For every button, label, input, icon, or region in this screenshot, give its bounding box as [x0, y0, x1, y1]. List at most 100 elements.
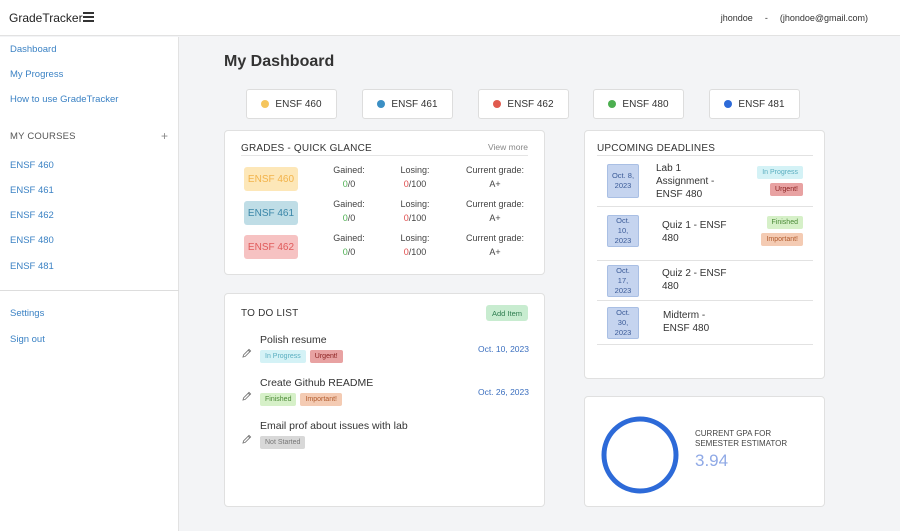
sidebar-item-ensf-461[interactable]: ENSF 461	[10, 185, 54, 196]
losing-column: Losing: 0/100	[393, 233, 437, 257]
course-pill-label: ENSF 480	[622, 98, 669, 110]
gained-label: Gained:	[333, 165, 365, 175]
gained-column: Gained: 0/0	[328, 199, 370, 223]
my-courses-heading: MY COURSES	[10, 131, 76, 142]
sidebar-item-how-to-use[interactable]: How to use GradeTracker	[10, 94, 118, 105]
deadline-tags: In Progress Urgent!	[757, 166, 803, 196]
todo-item-name: Email prof about issues with lab	[260, 420, 408, 432]
view-more-link[interactable]: View more	[488, 142, 528, 152]
grade-course-badge[interactable]: ENSF 460	[244, 167, 298, 191]
losing-total: /100	[408, 247, 427, 257]
sidebar-item-ensf-481[interactable]: ENSF 481	[10, 261, 54, 272]
course-color-dot	[377, 100, 386, 108]
course-pill-ensf-480[interactable]: ENSF 480	[593, 89, 684, 119]
grades-quick-glance-card: GRADES - QUICK GLANCE View more ENSF 460…	[224, 130, 545, 275]
current-grade-label: Current grade:	[465, 165, 525, 175]
edit-pencil-icon[interactable]	[242, 391, 252, 401]
gpa-value: 3.94	[695, 451, 729, 470]
losing-total: /100	[408, 179, 427, 189]
losing-label: Losing:	[400, 199, 430, 209]
course-pill-ensf-481[interactable]: ENSF 481	[709, 89, 800, 119]
edit-pencil-icon[interactable]	[242, 434, 252, 444]
sidebar-item-sign-out[interactable]: Sign out	[10, 334, 45, 345]
gained-column: Gained: 0/0	[328, 233, 370, 257]
todo-item-tags: Finished Important!	[260, 393, 342, 406]
grade-course-badge[interactable]: ENSF 462	[244, 235, 298, 259]
sidebar-item-ensf-462[interactable]: ENSF 462	[10, 210, 54, 221]
course-pill-ensf-461[interactable]: ENSF 461	[362, 89, 453, 119]
upcoming-deadlines-card: UPCOMING DEADLINES Oct. 8, 2023 Lab 1 As…	[584, 130, 825, 379]
todo-item: Create Github README Finished Important!…	[225, 377, 545, 417]
grades-divider	[241, 155, 528, 156]
todo-item-name: Create Github README	[260, 377, 374, 389]
gpa-ring	[601, 416, 679, 494]
brand-logo[interactable]: GradeTracker	[9, 11, 83, 25]
course-color-dot	[724, 100, 733, 108]
deadline-item[interactable]: Oct. 8, 2023 Lab 1 Assignment - ENSF 480…	[597, 157, 813, 207]
current-grade-column: Current grade: A+	[460, 233, 530, 257]
sidebar-item-ensf-460[interactable]: ENSF 460	[10, 160, 54, 171]
todo-card-title: TO DO LIST	[241, 308, 299, 319]
user-separator: -	[764, 13, 768, 23]
course-pill-label: ENSF 461	[391, 98, 438, 110]
current-grade-label: Current grade:	[465, 199, 525, 209]
priority-badge: Urgent!	[309, 350, 343, 363]
todo-item: Email prof about issues with lab Not Sta…	[225, 420, 545, 460]
deadline-item[interactable]: Oct. 10, 2023 Quiz 1 - ENSF 480 Finished…	[597, 207, 813, 261]
current-grade-label: Current grade:	[465, 233, 525, 243]
user-email: (jhondoe@gmail.com)	[779, 13, 868, 23]
username: jhondoe	[720, 13, 753, 23]
current-grade-value: A+	[489, 247, 501, 257]
todo-item: Polish resume In Progress Urgent! Oct. 1…	[225, 334, 545, 374]
sidebar-item-dashboard[interactable]: Dashboard	[10, 44, 56, 55]
course-pill-label: ENSF 481	[738, 98, 785, 110]
priority-badge: Important!	[300, 393, 342, 406]
status-badge: Not Started	[260, 436, 306, 449]
gained-label: Gained:	[333, 233, 365, 243]
todo-item-tags: In Progress Urgent!	[260, 350, 343, 363]
page-title: My Dashboard	[224, 53, 335, 70]
deadline-item[interactable]: Oct. 30, 2023 Midterm - ENSF 480	[597, 301, 813, 345]
deadline-name: Quiz 2 - ENSF 480	[662, 268, 727, 292]
losing-column: Losing: 0/100	[393, 199, 437, 223]
add-course-button[interactable]: +	[161, 129, 168, 143]
grades-card-title: GRADES - QUICK GLANCE	[241, 143, 372, 154]
add-item-button[interactable]: Add Item	[486, 305, 528, 321]
todo-item-tags: Not Started	[260, 436, 306, 449]
deadline-item[interactable]: Oct. 17, 2023 Quiz 2 - ENSF 480	[597, 261, 813, 301]
sidebar-item-ensf-480[interactable]: ENSF 480	[10, 235, 54, 246]
gained-label: Gained:	[333, 199, 365, 209]
losing-label: Losing:	[400, 165, 430, 175]
sidebar-item-settings[interactable]: Settings	[10, 308, 44, 319]
deadline-name: Quiz 1 - ENSF 480	[662, 220, 727, 244]
priority-badge: Important!	[761, 233, 803, 246]
course-pill-ensf-460[interactable]: ENSF 460	[246, 89, 337, 119]
losing-label: Losing:	[400, 233, 430, 243]
deadline-name: Midterm - ENSF 480	[663, 310, 710, 334]
course-pill-label: ENSF 460	[275, 98, 322, 110]
gained-total: /0	[347, 247, 356, 257]
sidebar-item-my-progress[interactable]: My Progress	[10, 69, 63, 80]
gained-total: /0	[347, 213, 356, 223]
todo-item-date: Oct. 26, 2023	[477, 387, 529, 397]
status-badge: Finished	[766, 216, 803, 229]
deadline-date-badge: Oct. 30, 2023	[607, 307, 639, 339]
current-grade-value: A+	[489, 179, 501, 189]
top-bar: GradeTracker jhondoe - (jhondoe@gmail.com)	[0, 0, 900, 36]
edit-pencil-icon[interactable]	[242, 348, 252, 358]
current-grade-column: Current grade: A+	[460, 165, 530, 189]
grade-row-ensf-461: ENSF 461 Gained: 0/0 Losing: 0/100 Current…	[225, 199, 545, 233]
losing-total: /100	[408, 213, 427, 223]
course-pill-ensf-462[interactable]: ENSF 462	[478, 89, 569, 119]
grade-course-badge[interactable]: ENSF 461	[244, 201, 298, 225]
sidebar: Dashboard My Progress How to use GradeTr…	[0, 37, 179, 531]
gpa-estimator-card: CURRENT GPA FOR SEMESTER ESTIMATOR 3.94	[584, 396, 825, 507]
course-color-dot	[608, 100, 617, 108]
deadline-date-badge: Oct. 10, 2023	[607, 215, 639, 247]
todo-item-name: Polish resume	[260, 334, 327, 346]
hamburger-menu-icon[interactable]	[83, 12, 94, 22]
gained-column: Gained: 0/0	[328, 165, 370, 189]
course-color-dot	[493, 100, 502, 108]
deadlines-card-title: UPCOMING DEADLINES	[597, 143, 716, 154]
deadline-date-badge: Oct. 17, 2023	[607, 265, 639, 297]
